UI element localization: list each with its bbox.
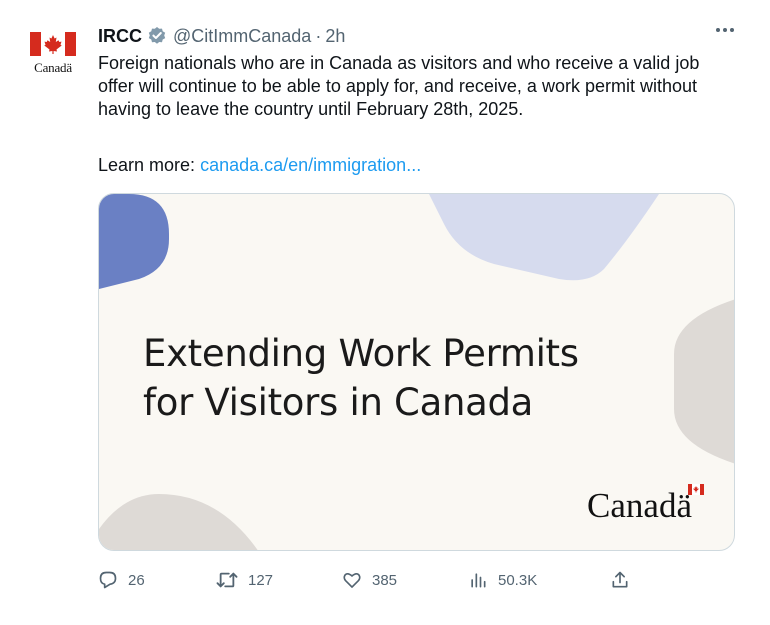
avatar-wordmark: Canadä	[34, 60, 72, 75]
tweet-body: Foreign nationals who are in Canada as v…	[98, 53, 700, 119]
canada-flag-icon	[688, 484, 704, 495]
like-count: 385	[372, 571, 398, 589]
learn-more-link[interactable]: canada.ca/en/immigration...	[200, 155, 421, 175]
share-icon	[612, 571, 628, 588]
tweet-actions: 26 127 385 50.3K	[98, 568, 638, 592]
card-title-line-1: Extending Work Permits	[143, 332, 579, 375]
avatar[interactable]: Canadä	[28, 32, 78, 82]
canada-wordmark: Canadä	[587, 484, 704, 526]
views-chart-icon	[471, 573, 486, 588]
card-title-line-2: for Visitors in Canada	[143, 381, 534, 424]
retweet-count: 127	[248, 571, 274, 589]
retweet-button[interactable]: 127	[216, 570, 273, 590]
author-handle[interactable]: @CitImmCanada	[173, 26, 311, 47]
share-button[interactable]	[610, 570, 630, 590]
tweet-header: IRCC @CitImmCanada · 2h	[98, 24, 345, 48]
reply-icon	[99, 571, 117, 589]
retweet-icon	[216, 572, 238, 588]
reply-count: 26	[128, 571, 145, 589]
canada-flag-icon	[30, 32, 76, 56]
media-card[interactable]: Extending Work Permits for Visitors in C…	[98, 193, 735, 551]
canada-wordmark-text: Canadä	[587, 486, 692, 525]
tweet-timestamp[interactable]: 2h	[325, 26, 345, 47]
reply-button[interactable]: 26	[98, 570, 145, 590]
learn-more-label: Learn more:	[98, 155, 196, 175]
author-name[interactable]: IRCC	[98, 26, 142, 47]
card-title: Extending Work Permits for Visitors in C…	[143, 329, 579, 427]
heart-icon	[343, 573, 361, 588]
views-button[interactable]: 50.3K	[468, 570, 537, 590]
views-count: 50.3K	[498, 571, 538, 589]
like-button[interactable]: 385	[342, 570, 397, 590]
learn-more: Learn more: canada.ca/en/immigration...	[98, 154, 421, 177]
header-separator: ·	[315, 25, 322, 46]
verified-badge-icon	[147, 26, 167, 46]
more-dots-icon[interactable]	[716, 28, 734, 32]
